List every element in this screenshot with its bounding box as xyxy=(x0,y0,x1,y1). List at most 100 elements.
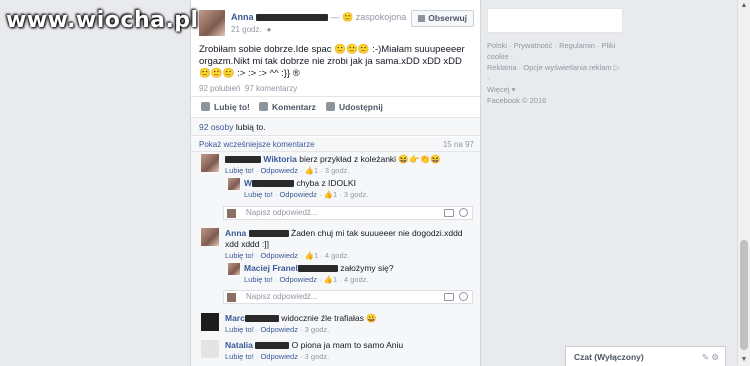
scroll-up-icon[interactable]: ▲ xyxy=(738,0,750,12)
reply-time[interactable]: 3 godz. xyxy=(344,190,369,199)
commenter-name[interactable]: Anna xyxy=(225,228,246,238)
page-scrollbar[interactable]: ▲ ▼ xyxy=(737,0,750,366)
emoji-icon[interactable] xyxy=(459,208,468,217)
comment-reply-link[interactable]: Odpowiedz xyxy=(260,325,298,334)
redacted-surname xyxy=(256,14,329,22)
comment-like-link[interactable]: Lubię to! xyxy=(225,352,254,361)
commenter-avatar[interactable] xyxy=(201,228,219,246)
comment-reply-link[interactable]: Odpowiedz xyxy=(260,251,298,260)
footer-links-1[interactable]: Polski · Prywatność · Regulamin · Pliki … xyxy=(487,40,623,62)
replier-avatar[interactable] xyxy=(228,178,240,190)
comment-icon xyxy=(259,102,268,111)
commenter-name[interactable]: Natalia xyxy=(225,340,253,350)
comment-time[interactable]: 3 godz. xyxy=(305,352,330,361)
footer-more-link[interactable]: Więcej ▾ xyxy=(487,84,623,95)
post-time[interactable]: 21 godz. xyxy=(231,25,262,34)
redacted-name xyxy=(244,315,279,323)
reply-time[interactable]: 4 godz. xyxy=(344,275,369,284)
comment-like-count[interactable]: 1 xyxy=(314,166,318,175)
comment-time[interactable]: 3 godz. xyxy=(325,166,350,175)
my-avatar xyxy=(227,209,236,218)
shown-count: 15 na 97 xyxy=(442,140,474,149)
post-stats: 92 polubień 97 komentarzy xyxy=(199,84,297,93)
replier-avatar[interactable] xyxy=(228,263,240,275)
footer-copyright: Facebook © 2016 xyxy=(487,96,547,105)
share-icon xyxy=(326,102,335,111)
reply-input[interactable]: Napisz odpowiedź... xyxy=(223,206,473,220)
reply-input[interactable]: Napisz odpowiedź... xyxy=(223,290,473,304)
chat-tab[interactable]: Czat (Wyłączony) ✎ ⚙ xyxy=(565,346,726,366)
redacted-name xyxy=(255,342,290,350)
likers-link[interactable]: 92 osoby xyxy=(199,122,234,132)
likers-line: 92 osoby lubią to. xyxy=(191,118,480,136)
reply-reply-link[interactable]: Odpowiedz xyxy=(279,275,317,284)
reply-like-link[interactable]: Lubię to! xyxy=(244,190,273,199)
show-previous-row: Pokaż wcześniejsze komentarze 15 na 97 xyxy=(191,137,480,152)
reply-reply-link[interactable]: Odpowiedz xyxy=(279,190,317,199)
left-margin xyxy=(0,0,10,366)
comment-time[interactable]: 3 godz. xyxy=(305,325,330,334)
show-previous-link[interactable]: Pokaż wcześniejsze komentarze xyxy=(199,140,315,149)
comment-text: bierz przykład z koleżanki 😆👉👏😆 xyxy=(299,154,441,164)
thumbs-up-icon xyxy=(201,102,210,111)
feeling-label: — 🙂 zaspokojona xyxy=(330,12,407,22)
like-count-icon: 👍 xyxy=(304,166,314,175)
reply-meta: Lubię to! · Odpowiedz · 👍1 · 4 godz. xyxy=(244,275,369,284)
follow-button[interactable]: Obserwuj xyxy=(411,10,474,27)
sidebar-footer: Polski · Prywatność · Regulamin · Pliki … xyxy=(487,40,623,106)
reply-like-count[interactable]: 1 xyxy=(333,275,337,284)
watermark: www.wiocha.pl xyxy=(6,8,199,33)
comment-meta: Lubię to! · Odpowiedz · 3 godz. xyxy=(225,352,330,361)
author-avatar[interactable] xyxy=(199,10,225,36)
comments-count[interactable]: 97 komentarzy xyxy=(245,84,297,93)
likes-count[interactable]: 92 polubień xyxy=(199,84,240,93)
camera-icon[interactable] xyxy=(444,293,454,301)
scroll-down-icon[interactable]: ▼ xyxy=(738,354,750,366)
post-header: Anna — 🙂 zaspokojona 21 godz. ·● Obserwu… xyxy=(199,10,474,40)
commenter-avatar[interactable] xyxy=(201,340,219,358)
comment-meta: Lubię to! · Odpowiedz · 👍1 · 4 godz. xyxy=(225,251,350,260)
comment-like-link[interactable]: Lubię to! xyxy=(225,166,254,175)
comment-like-link[interactable]: Lubię to! xyxy=(225,251,254,260)
scroll-thumb[interactable] xyxy=(740,240,748,350)
comment-like-link[interactable]: Lubię to! xyxy=(225,325,254,334)
share-button[interactable]: Udostępnij xyxy=(326,102,383,112)
reply-like-count[interactable]: 1 xyxy=(333,190,337,199)
comment-button[interactable]: Komentarz xyxy=(259,102,316,112)
comment-reply-link[interactable]: Odpowiedz xyxy=(260,352,298,361)
redacted-name xyxy=(225,156,261,164)
comment-meta: Lubię to! · Odpowiedz · 👍1 · 3 godz. xyxy=(225,166,350,175)
replier-name[interactable]: W xyxy=(244,178,252,188)
reply-text: chyba z IDOLKI xyxy=(296,178,356,188)
comment-meta: Lubię to! · Odpowiedz · 3 godz. xyxy=(225,325,330,334)
footer-links-2[interactable]: Reklama · Opcje wyświetlania reklam ▷ · xyxy=(487,62,623,84)
like-count-icon: 👍 xyxy=(304,251,314,260)
comment-time[interactable]: 4 godz. xyxy=(325,251,350,260)
comment-reply-link[interactable]: Odpowiedz xyxy=(260,166,298,175)
like-count-icon: 👍 xyxy=(323,190,333,199)
commenter-avatar[interactable] xyxy=(201,154,219,172)
reply-text: założymy się? xyxy=(340,263,394,273)
like-count-icon: 👍 xyxy=(323,275,333,284)
reply-placeholder: Napisz odpowiedź... xyxy=(246,208,318,217)
compose-icon[interactable]: ✎ xyxy=(702,352,709,362)
commenter-name[interactable]: Wiktoria xyxy=(263,154,296,164)
like-button[interactable]: Lubię to! xyxy=(201,102,250,112)
emoji-icon[interactable] xyxy=(459,292,468,301)
post-text: Zrobiłam sobie dobrze.Ide spac 🙂🙂🙂 :-)Mi… xyxy=(199,44,465,79)
reply-meta: Lubię to! · Odpowiedz · 👍1 · 3 godz. xyxy=(244,190,369,199)
post-card: Anna — 🙂 zaspokojona 21 godz. ·● Obserwu… xyxy=(190,0,481,366)
author-name[interactable]: Anna xyxy=(231,12,254,22)
rss-icon xyxy=(418,15,426,22)
commenter-avatar[interactable] xyxy=(201,313,219,331)
camera-icon[interactable] xyxy=(444,209,454,217)
commenter-name[interactable]: Marc xyxy=(225,313,245,323)
redacted-name xyxy=(248,230,289,238)
likers-suffix: lubią to. xyxy=(235,122,266,132)
gear-icon[interactable]: ⚙ xyxy=(711,352,719,362)
comment-like-count[interactable]: 1 xyxy=(314,251,318,260)
comment-text: O piona ja mam to samo Aniu xyxy=(291,340,404,350)
right-sidebar: Polski · Prywatność · Regulamin · Pliki … xyxy=(487,8,623,106)
reply-like-link[interactable]: Lubię to! xyxy=(244,275,273,284)
replier-name[interactable]: Maciej Franel xyxy=(244,263,298,273)
